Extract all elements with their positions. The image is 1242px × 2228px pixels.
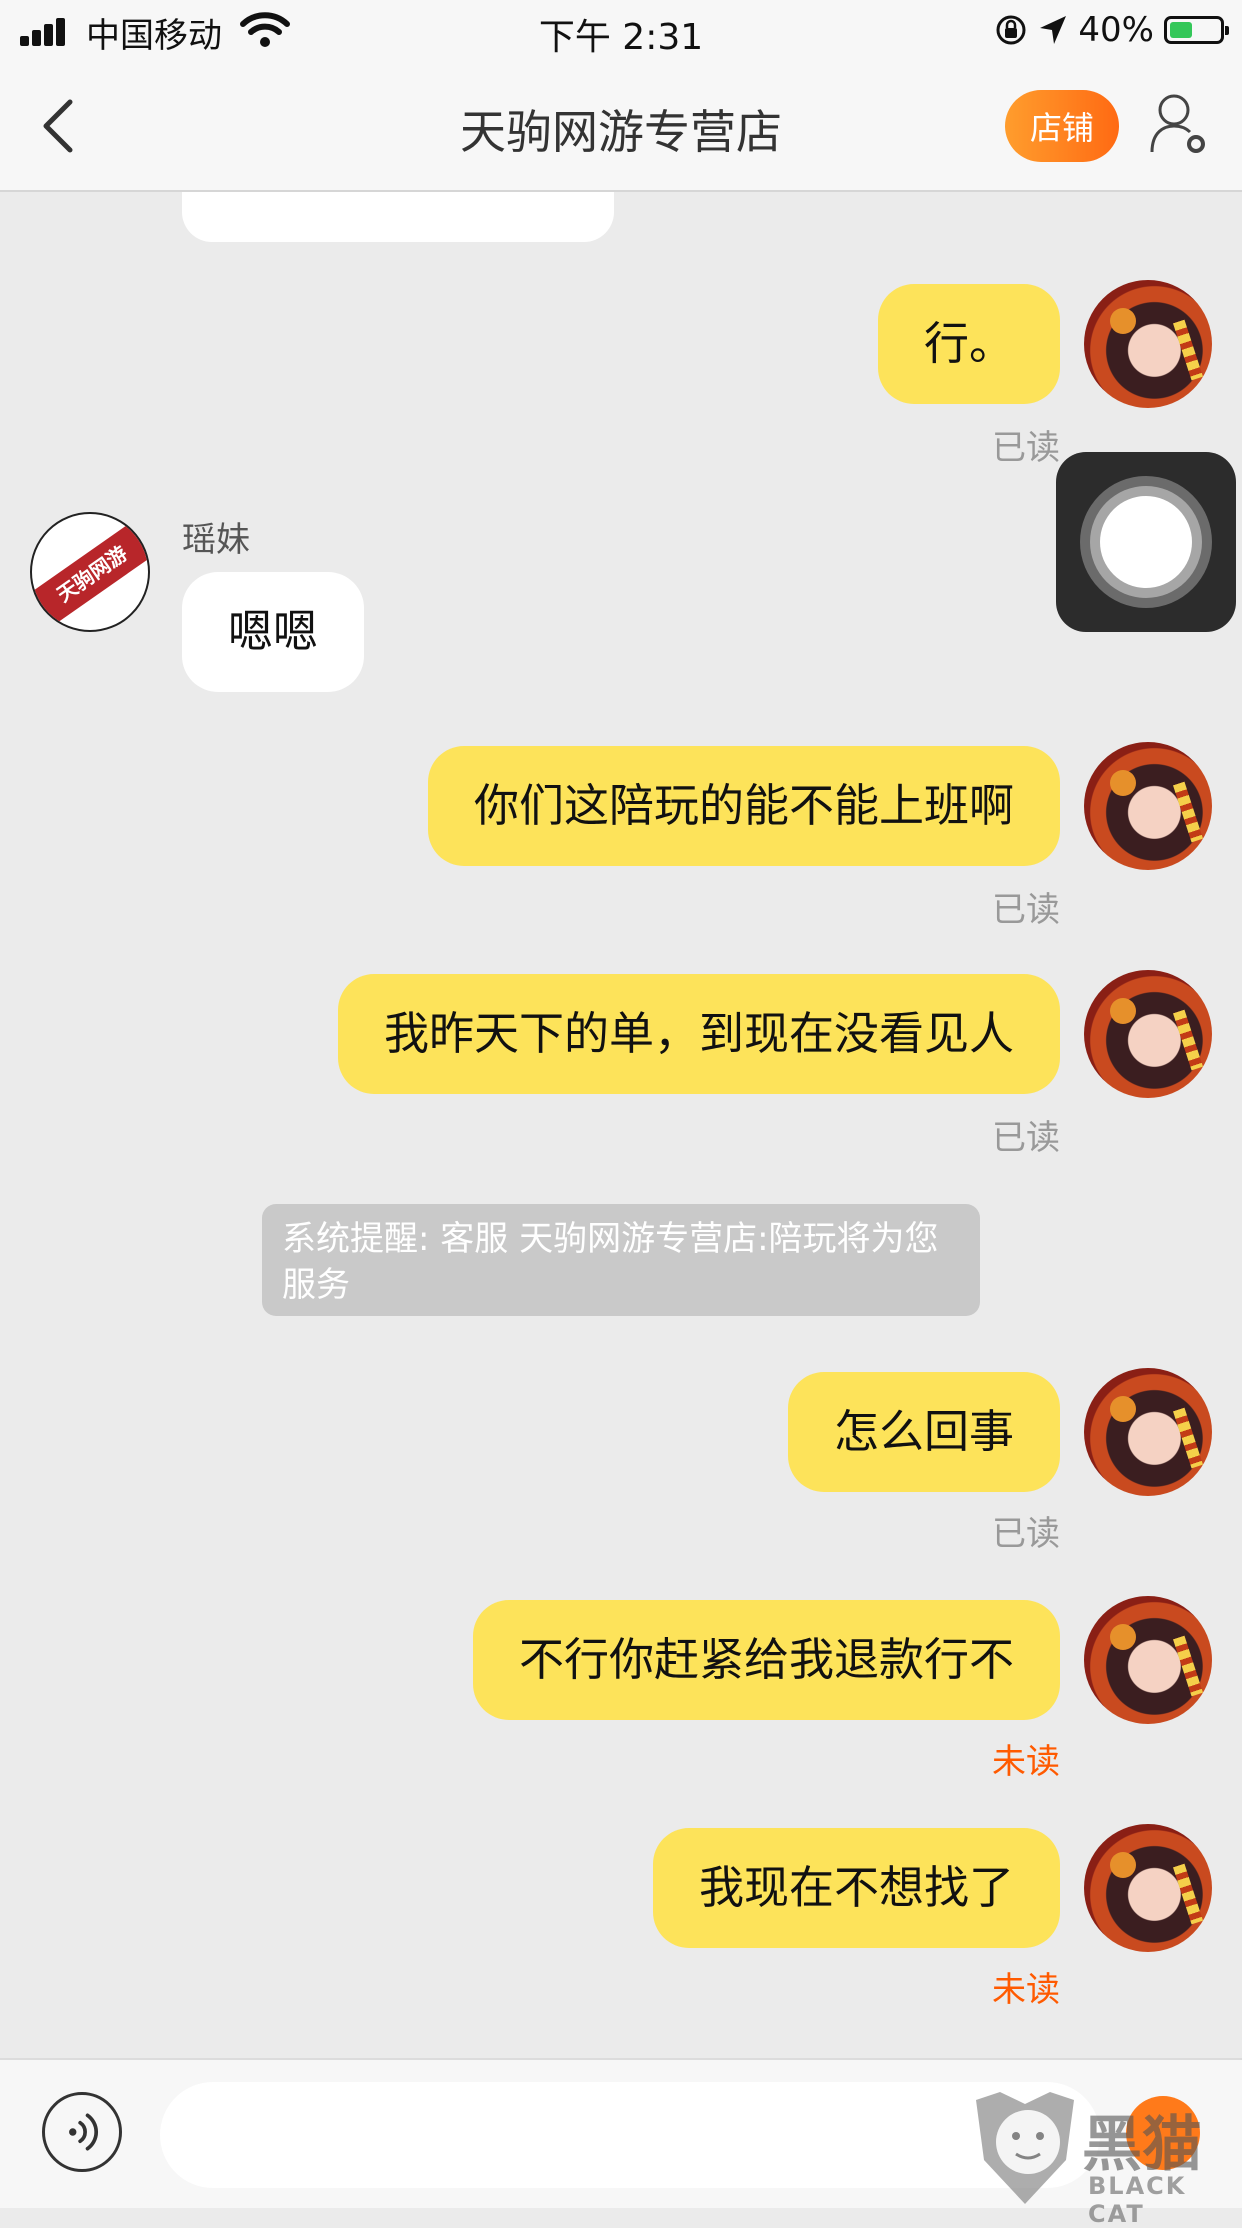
my-avatar[interactable] xyxy=(1084,1824,1212,1952)
message-bubble-mine[interactable]: 怎么回事 xyxy=(787,1372,1060,1492)
battery-icon xyxy=(1164,16,1229,44)
assistive-touch-button[interactable] xyxy=(1056,452,1236,632)
my-avatar[interactable] xyxy=(1084,1596,1212,1724)
message-bubble-mine[interactable]: 我昨天下的单，到现在没看见人 xyxy=(337,974,1060,1094)
black-cat-logo xyxy=(976,2092,1074,2204)
watermark-en: BLACK CAT xyxy=(1088,2172,1187,2228)
watermark: 黑猫 BLACK CAT xyxy=(970,2090,1242,2228)
rotation-lock-icon xyxy=(996,15,1026,45)
shop-avatar-logo: 天驹网游 xyxy=(32,514,148,630)
message-bubble-theirs[interactable]: 嗯嗯 xyxy=(182,572,365,692)
message-bubble-partial xyxy=(182,192,614,242)
my-avatar[interactable] xyxy=(1084,970,1212,1098)
message-bubble-mine[interactable]: 行。 xyxy=(877,284,1060,404)
shop-avatar[interactable]: 天驹网游 xyxy=(30,512,150,632)
unread-status: 未读 xyxy=(992,1742,1060,1782)
message-bubble-mine[interactable]: 你们这陪玩的能不能上班啊 xyxy=(427,746,1060,866)
status-bar: 中国移动 下午 2:31 40% xyxy=(0,0,1242,62)
unread-status: 未读 xyxy=(992,1970,1060,2010)
message-bubble-mine[interactable]: 不行你赶紧给我退款行不 xyxy=(472,1600,1060,1720)
watermark-cn: 黑猫 xyxy=(1082,2110,1202,2180)
shop-button[interactable]: 店铺 xyxy=(1005,90,1119,162)
battery-percent: 40% xyxy=(1078,10,1154,50)
sender-name: 瑶妹 xyxy=(182,520,250,560)
my-avatar[interactable] xyxy=(1084,280,1212,408)
read-status: 已读 xyxy=(992,1118,1060,1158)
voice-input-icon[interactable] xyxy=(42,2092,122,2172)
read-status: 已读 xyxy=(992,1514,1060,1554)
read-status: 已读 xyxy=(992,890,1060,930)
message-bubble-mine[interactable]: 我现在不想找了 xyxy=(652,1828,1060,1948)
message-input[interactable] xyxy=(160,2082,1100,2188)
my-avatar[interactable] xyxy=(1084,1368,1212,1496)
user-settings-icon[interactable] xyxy=(1148,90,1208,156)
location-icon xyxy=(1040,16,1067,44)
read-status: 已读 xyxy=(992,428,1060,468)
system-notice: 系统提醒: 客服 天驹网游专营店:陪玩将为您服务 xyxy=(262,1204,980,1316)
my-avatar[interactable] xyxy=(1084,742,1212,870)
chat-list[interactable]: 行。 已读 天驹网游 瑶妹 嗯嗯 你们这陪玩的能不能上班啊 已读 我昨天下的单，… xyxy=(0,192,1242,2058)
nav-bar: 天驹网游专营店 店铺 xyxy=(0,62,1242,192)
